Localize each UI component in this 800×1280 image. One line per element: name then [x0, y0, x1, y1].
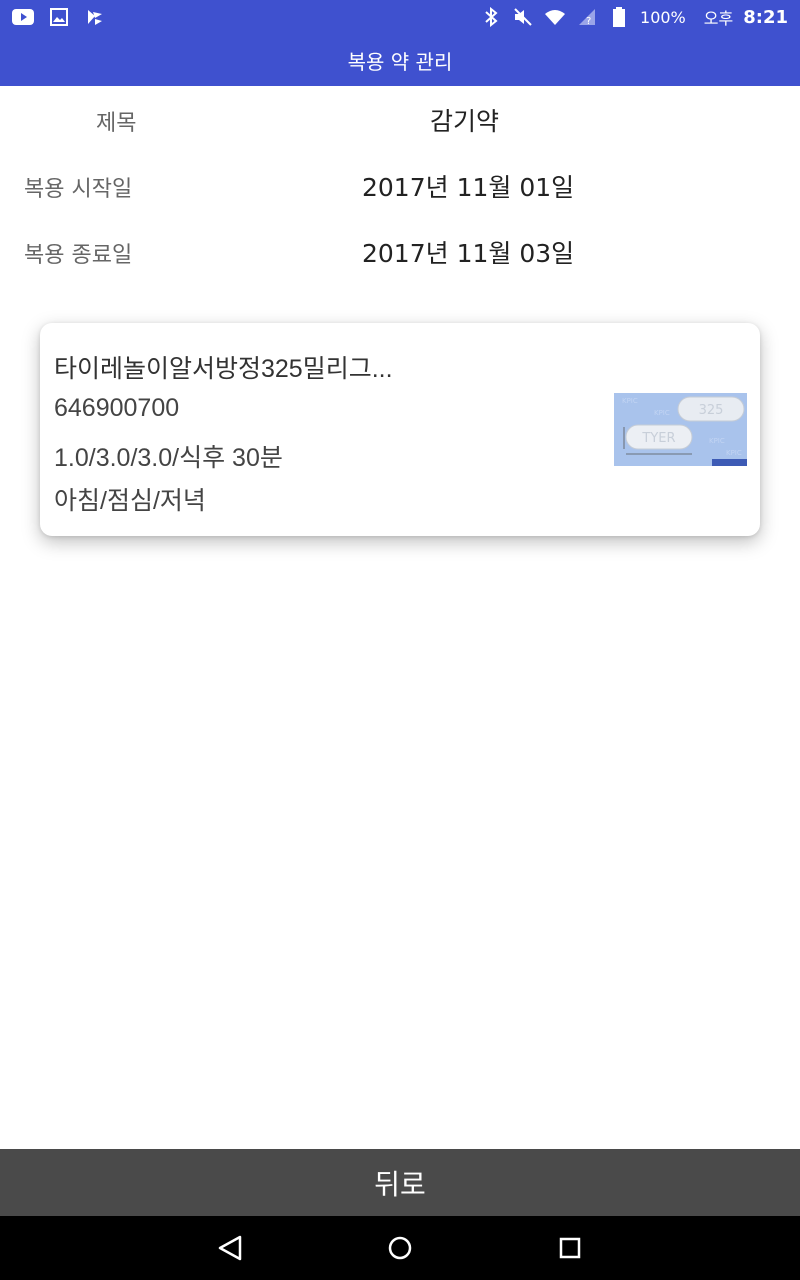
start-date-label: 복용 시작일 [24, 177, 133, 202]
bluetooth-icon [480, 6, 502, 28]
start-date-value: 2017년 11월 01일 [362, 173, 575, 202]
gallery-icon [48, 6, 70, 28]
start-date-row: 복용 시작일 2017년 11월 01일 [0, 152, 800, 218]
nav-recents-icon[interactable] [554, 1232, 586, 1264]
ampm: 오후 [703, 9, 734, 28]
back-button[interactable]: 뒤로 [0, 1149, 800, 1216]
end-date-value: 2017년 11월 03일 [362, 239, 575, 268]
medicine-card[interactable]: 타이레놀이알서방정325밀리그... 646900700 1.0/3.0/3.0… [40, 323, 760, 536]
page-title: 복용 약 관리 [347, 49, 453, 74]
svg-text:KPIC: KPIC [654, 409, 670, 417]
nav-home-icon[interactable] [384, 1232, 416, 1264]
title-row: 제목 감기약 [0, 86, 800, 152]
status-right: ? 100% 오후 8:21 [480, 0, 788, 34]
pill-mark-1: 325 [699, 403, 724, 418]
svg-text:KPIC: KPIC [622, 397, 638, 405]
nav-bar [0, 1216, 800, 1280]
app-bar: 복용 약 관리 [0, 34, 800, 86]
status-bar: ? 100% 오후 8:21 [0, 0, 800, 34]
medicine-name: 타이레놀이알서방정325밀리그... [54, 355, 393, 383]
svg-text:KPIC: KPIC [709, 437, 725, 445]
signal-icon: ? [576, 6, 598, 28]
end-date-row: 복용 종료일 2017년 11월 03일 [0, 218, 800, 284]
nav-back-icon[interactable] [214, 1232, 246, 1264]
clock: 8:21 [743, 6, 788, 28]
title-value: 감기약 [430, 107, 500, 136]
medicine-dosage: 1.0/3.0/3.0/식후 30분 [54, 444, 283, 472]
youtube-icon [12, 6, 34, 28]
back-button-label: 뒤로 [374, 1167, 426, 1201]
info-section: 제목 감기약 복용 시작일 2017년 11월 01일 복용 종료일 2017년… [0, 86, 800, 284]
medicine-code: 646900700 [54, 394, 180, 422]
pill-image: KPICKPICKPICKPIC 325 TYER [614, 393, 747, 466]
svg-text:KPIC: KPIC [726, 449, 742, 457]
svg-text:?: ? [586, 16, 591, 27]
title-label: 제목 [96, 111, 137, 136]
battery-percent: 100% [640, 7, 686, 27]
medicine-schedule: 아침/점심/저녁 [54, 487, 206, 515]
status-left-icons [12, 6, 106, 28]
battery-icon [608, 6, 630, 28]
pill-mark-2: TYER [641, 431, 675, 446]
mute-icon [512, 6, 534, 28]
end-date-label: 복용 종료일 [24, 243, 133, 268]
wifi-icon [544, 6, 566, 28]
app-icon [84, 6, 106, 28]
